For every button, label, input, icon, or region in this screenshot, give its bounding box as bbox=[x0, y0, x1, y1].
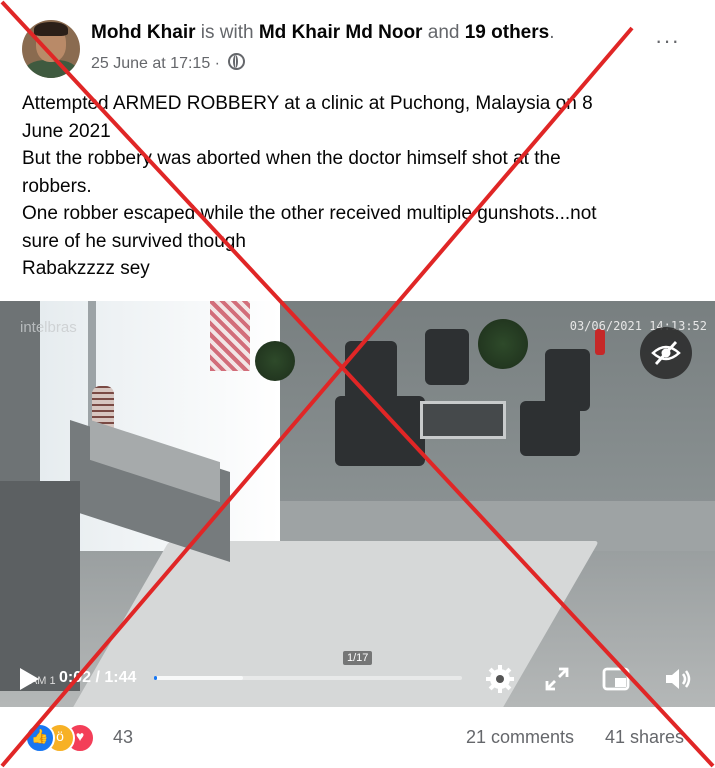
post-text: Attempted ARMED ROBBERY at a clinic at P… bbox=[22, 90, 692, 283]
comments-count[interactable]: 21 comments bbox=[466, 727, 574, 748]
hide-icon[interactable] bbox=[640, 327, 692, 379]
tagged-user[interactable]: Md Khair Md Noor bbox=[259, 22, 423, 43]
post-meta: 25 June at 17:15 · bbox=[91, 53, 246, 73]
post-text-line: One robber escaped while the other recei… bbox=[22, 203, 597, 224]
video-player[interactable]: intelbras 03/06/2021 14:13:52 1/17 CAM 1… bbox=[0, 301, 715, 707]
post-text-line: Attempted ARMED ROBBERY at a clinic at P… bbox=[22, 93, 593, 114]
video-controls: 0:02 / 1:44 bbox=[0, 653, 715, 707]
video-scene-chair bbox=[425, 329, 469, 385]
shares-count[interactable]: 41 shares bbox=[605, 727, 684, 748]
author-avatar[interactable] bbox=[22, 20, 80, 78]
reactions[interactable]: ♥ ö 👍 bbox=[25, 723, 105, 753]
hide-icon-glyph bbox=[651, 341, 681, 365]
pip-icon[interactable] bbox=[600, 663, 632, 695]
more-icon[interactable]: ··· bbox=[655, 28, 680, 54]
post-header: Mohd Khair is with Md Khair Md Noor and … bbox=[0, 0, 715, 90]
video-scene-chair bbox=[335, 396, 425, 466]
globe-icon bbox=[228, 53, 246, 70]
avatar-hair bbox=[34, 22, 68, 36]
play-icon[interactable] bbox=[20, 668, 39, 690]
fullscreen-icon[interactable] bbox=[541, 663, 573, 695]
post-text-line: June 2021 bbox=[22, 120, 111, 142]
tagged-others[interactable]: 19 others bbox=[465, 22, 549, 43]
author-name[interactable]: Mohd Khair bbox=[91, 22, 196, 43]
post-date[interactable]: 25 June at 17:15 · bbox=[91, 55, 220, 72]
author-line: Mohd Khair is with Md Khair Md Noor and … bbox=[91, 22, 555, 44]
is-with-text: is with bbox=[200, 22, 254, 43]
progress-played bbox=[154, 676, 158, 680]
reaction-count[interactable]: 43 bbox=[113, 727, 133, 748]
video-watermark: intelbras bbox=[20, 319, 77, 336]
progress-buffered bbox=[154, 676, 244, 680]
video-scene-chair bbox=[345, 341, 397, 401]
like-icon: 👍 bbox=[25, 723, 55, 753]
and-text: and bbox=[427, 22, 460, 43]
video-timestamp: 03/06/2021 14:13:52 bbox=[569, 319, 707, 333]
video-scene-curtain bbox=[210, 301, 250, 371]
post-text-line: But the robbery was aborted when the doc… bbox=[22, 148, 561, 169]
post-text-line: sure of he survived though bbox=[22, 230, 246, 252]
period-text: . bbox=[549, 22, 555, 43]
video-scene-plant bbox=[478, 319, 528, 369]
video-scene-chair bbox=[520, 401, 580, 456]
progress-bar[interactable] bbox=[154, 676, 462, 680]
facebook-post: Mohd Khair is with Md Khair Md Noor and … bbox=[0, 0, 715, 768]
settings-icon[interactable] bbox=[484, 663, 516, 695]
avatar-shirt bbox=[24, 60, 78, 78]
video-scene-plant bbox=[255, 341, 295, 381]
video-scene-table bbox=[420, 401, 506, 439]
post-text-line: Rabakzzzz sey bbox=[22, 258, 150, 279]
post-text-line: robbers. bbox=[22, 175, 92, 197]
video-time: 0:02 / 1:44 bbox=[59, 669, 137, 686]
volume-icon[interactable] bbox=[662, 663, 694, 695]
post-footer: ♥ ö 👍 43 21 comments 41 shares bbox=[0, 707, 715, 768]
